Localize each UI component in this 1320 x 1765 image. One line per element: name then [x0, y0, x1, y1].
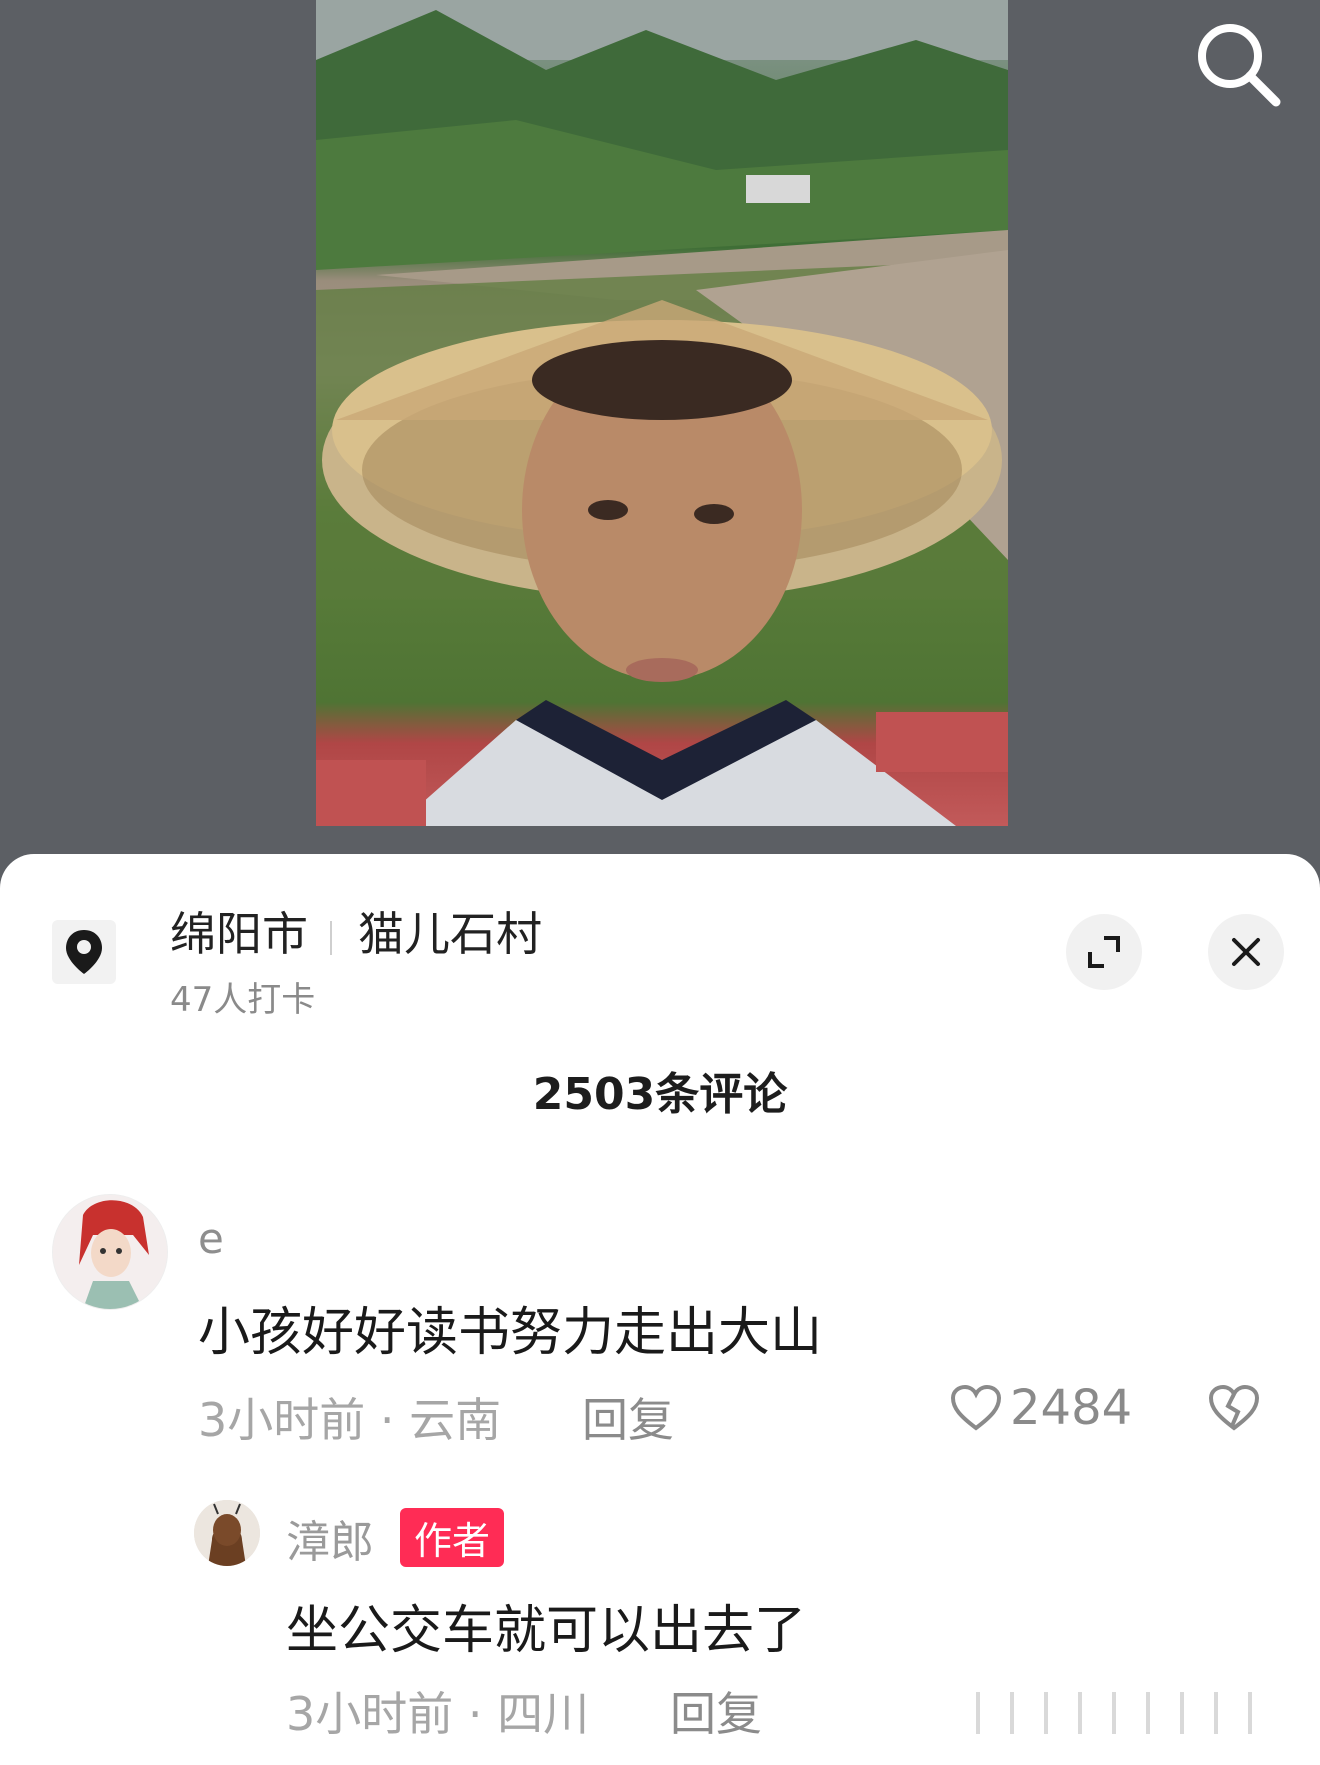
location-pin-icon — [52, 920, 116, 984]
comment-text: 小孩好好读书努力走出大山 — [198, 1303, 823, 1363]
reply-button[interactable]: 回复 — [582, 1384, 674, 1450]
expand-button[interactable] — [1066, 914, 1142, 990]
video-backdrop — [0, 0, 1320, 880]
reply-username[interactable]: 漳郎 — [286, 1506, 374, 1570]
author-badge: 作者 — [400, 1508, 505, 1567]
location-place: 猫儿石村 — [358, 907, 542, 961]
search-icon — [1198, 24, 1281, 107]
watermark-bar — [976, 1692, 980, 1734]
reply-text: 坐公交车就可以出去了 — [286, 1601, 807, 1661]
comment-username[interactable]: e — [198, 1214, 224, 1263]
comment-count-title: 2503条评论 — [532, 1069, 788, 1120]
watermark-bar — [1044, 1692, 1048, 1734]
location-title[interactable]: 绵阳市 猫儿石村 — [170, 898, 542, 964]
watermark-bar — [1214, 1692, 1218, 1734]
post-photo[interactable] — [316, 0, 1008, 826]
broken-heart-icon — [1208, 1384, 1260, 1431]
location-separator — [330, 920, 332, 955]
watermark-bar — [1248, 1692, 1252, 1734]
heart-icon — [950, 1384, 1002, 1431]
close-button[interactable] — [1208, 914, 1284, 990]
dislike-button[interactable] — [1208, 1384, 1260, 1436]
avatar[interactable] — [194, 1500, 260, 1566]
location-city: 绵阳市 — [170, 907, 308, 961]
avatar[interactable] — [52, 1194, 168, 1310]
search-button[interactable] — [1190, 16, 1286, 112]
like-count: 2484 — [1010, 1380, 1133, 1436]
watermark-bar — [1180, 1692, 1184, 1734]
comment-meta: 3小时前 · 云南 — [198, 1393, 502, 1447]
expand-icon — [1088, 936, 1120, 968]
watermark-bar — [1146, 1692, 1150, 1734]
reply-button[interactable]: 回复 — [670, 1678, 762, 1744]
checkin-count: 47人打卡 — [170, 980, 316, 1020]
watermark-bar — [1010, 1692, 1014, 1734]
like-button[interactable]: 2484 — [950, 1380, 1132, 1436]
comments-sheet: 绵阳市 猫儿石村 47人打卡 2503条评论 e 小孩好好读书努力走出大山 3小时… — [0, 854, 1320, 1765]
reply-meta: 3小时前 · 四川 — [286, 1687, 590, 1741]
watermark-bar — [1112, 1692, 1116, 1734]
close-icon — [1232, 938, 1260, 966]
watermark-bar — [1078, 1692, 1082, 1734]
